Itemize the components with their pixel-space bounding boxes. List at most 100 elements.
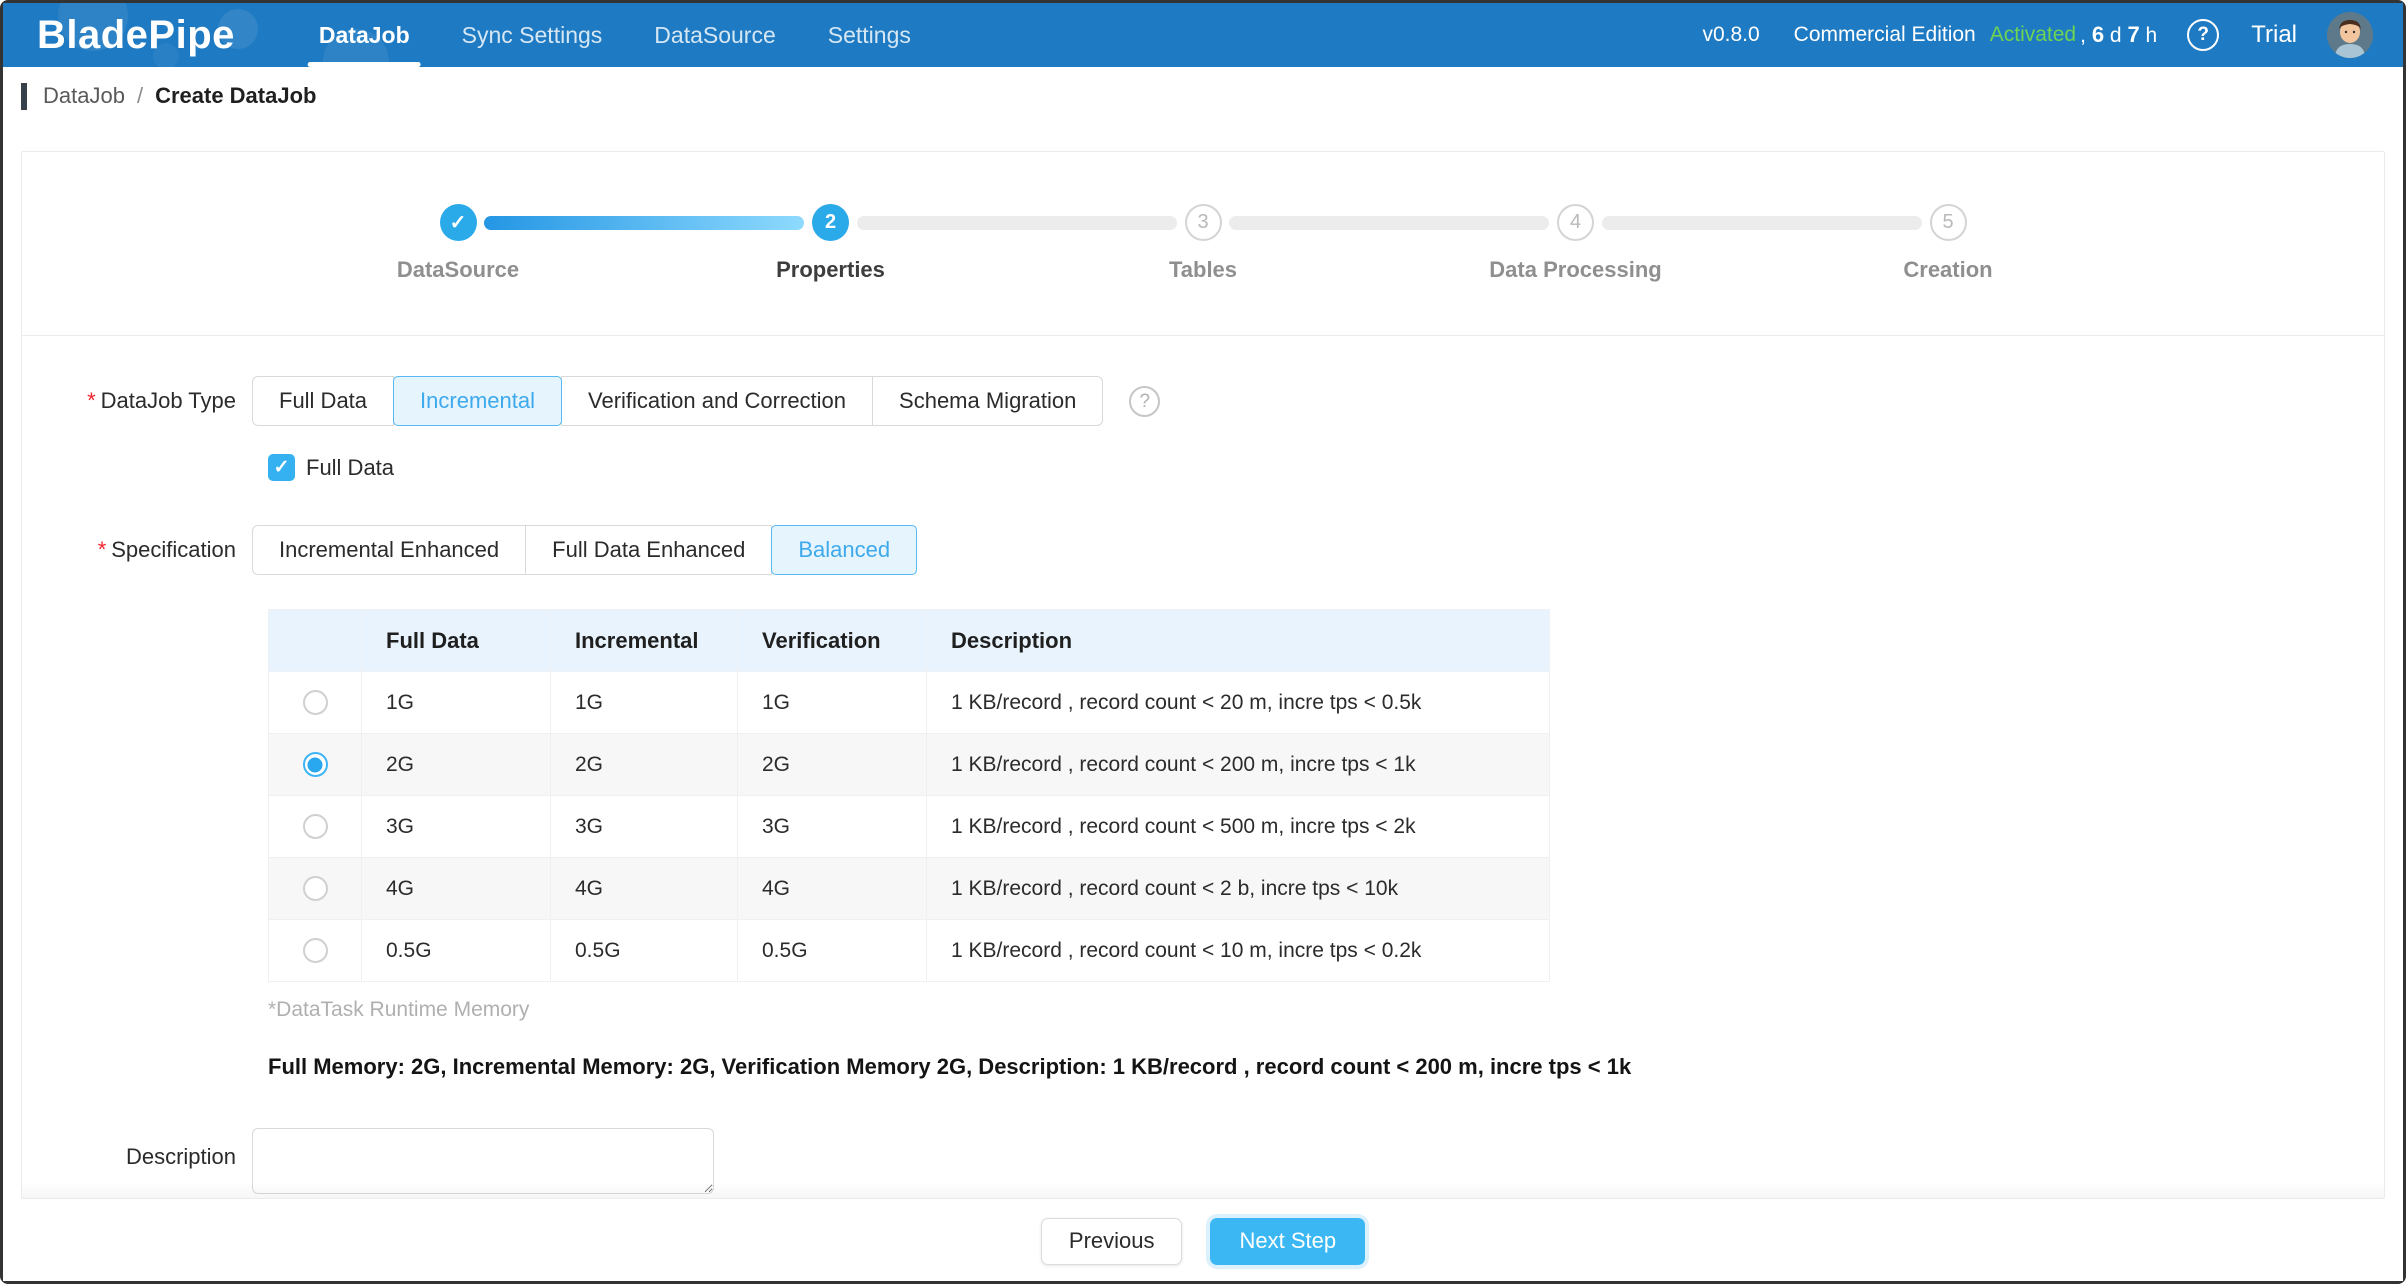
full-data-checkbox-label: Full Data [306, 455, 394, 481]
header-verification: Verification [738, 610, 927, 672]
cell-incremental: 3G [551, 796, 738, 858]
step-number: 2 [812, 204, 849, 241]
radio-3g[interactable] [303, 814, 328, 839]
table-row-1g[interactable]: 1G 1G 1G 1 KB/record , record count < 20… [269, 672, 1550, 734]
type-option-incremental[interactable]: Incremental [393, 376, 562, 426]
trial-link[interactable]: Trial [2251, 21, 2297, 49]
table-row-05g[interactable]: 0.5G 0.5G 0.5G 1 KB/record , record coun… [269, 920, 1550, 982]
cell-incremental: 0.5G [551, 920, 738, 982]
breadcrumb-accent-bar [21, 83, 27, 110]
step-label: Properties [776, 257, 885, 283]
cell-description: 1 KB/record , record count < 20 m, incre… [927, 672, 1550, 734]
required-asterisk: * [87, 388, 96, 413]
type-option-full-data[interactable]: Full Data [252, 376, 394, 426]
table-row-3g[interactable]: 3G 3G 3G 1 KB/record , record count < 50… [269, 796, 1550, 858]
table-header-row: Full Data Incremental Verification Descr… [269, 610, 1550, 672]
selected-spec-summary: Full Memory: 2G, Incremental Memory: 2G,… [268, 1054, 2384, 1080]
full-data-checkbox-row[interactable]: ✓ Full Data [268, 454, 2384, 481]
step-number: 4 [1557, 204, 1594, 241]
breadcrumb-separator: / [137, 83, 143, 109]
top-navbar: BladePipe DataJob Sync Settings DataSour… [3, 3, 2403, 67]
step-number: 3 [1185, 204, 1222, 241]
table-row-4g[interactable]: 4G 4G 4G 1 KB/record , record count < 2 … [269, 858, 1550, 920]
license-remaining: , 6 d 7 h [2080, 22, 2157, 48]
nav-item-settings[interactable]: Settings [802, 3, 937, 67]
question-icon[interactable]: ? [1129, 386, 1160, 417]
description-label: Description [22, 1128, 252, 1194]
cell-description: 1 KB/record , record count < 500 m, incr… [927, 796, 1550, 858]
wizard-stepper: ✓ DataSource 2 Properties 3 Tables 4 Dat… [22, 152, 2384, 336]
cell-verification: 0.5G [738, 920, 927, 982]
radio-05g[interactable] [303, 938, 328, 963]
step-creation: 5 Creation [1818, 204, 2078, 283]
version-label: v0.8.0 [1702, 23, 1759, 47]
datajob-type-group: Full Data Incremental Verification and C… [252, 376, 1103, 426]
cell-description: 1 KB/record , record count < 10 m, incre… [927, 920, 1550, 982]
cell-verification: 2G [738, 734, 927, 796]
cell-verification: 1G [738, 672, 927, 734]
cell-verification: 3G [738, 796, 927, 858]
check-icon: ✓ [440, 204, 477, 241]
header-incremental: Incremental [551, 610, 738, 672]
table-row-2g[interactable]: 2G 2G 2G 1 KB/record , record count < 20… [269, 734, 1550, 796]
cell-incremental: 2G [551, 734, 738, 796]
header-full-data: Full Data [362, 610, 551, 672]
cell-incremental: 4G [551, 858, 738, 920]
user-avatar[interactable] [2327, 12, 2373, 58]
next-step-button[interactable]: Next Step [1210, 1218, 1365, 1265]
header-description: Description [927, 610, 1550, 672]
description-input[interactable] [252, 1128, 714, 1194]
nav-item-sync-settings[interactable]: Sync Settings [436, 3, 629, 67]
spec-option-incremental-enhanced[interactable]: Incremental Enhanced [252, 525, 526, 575]
cell-full-data: 3G [362, 796, 551, 858]
create-datajob-card: ✓ DataSource 2 Properties 3 Tables 4 Dat… [21, 151, 2385, 1199]
edition-label: Commercial Edition [1794, 23, 1976, 47]
properties-form: *DataJob Type Full Data Incremental Veri… [22, 336, 2384, 1194]
specification-label: *Specification [22, 525, 252, 575]
step-data-processing: 4 Data Processing [1446, 204, 1706, 283]
step-datasource: ✓ DataSource [328, 204, 588, 283]
required-asterisk: * [98, 537, 107, 562]
spec-option-full-data-enhanced[interactable]: Full Data Enhanced [525, 525, 772, 575]
nav-item-datasource[interactable]: DataSource [628, 3, 801, 67]
step-properties: 2 Properties [701, 204, 961, 283]
specification-group: Incremental Enhanced Full Data Enhanced … [252, 525, 917, 575]
bladepipe-logo[interactable]: BladePipe [37, 13, 235, 58]
spec-option-balanced[interactable]: Balanced [771, 525, 917, 575]
help-icon[interactable]: ? [2187, 19, 2219, 51]
activated-status: Activated [1990, 23, 2076, 47]
header-radio-col [269, 610, 362, 672]
step-label: Data Processing [1489, 257, 1661, 283]
radio-2g-selected[interactable] [303, 752, 328, 777]
step-tables: 3 Tables [1073, 204, 1333, 283]
breadcrumb-parent[interactable]: DataJob [43, 83, 125, 109]
step-label: Tables [1169, 257, 1237, 283]
navbar-right: v0.8.0 Commercial Edition Activated , 6 … [1702, 12, 2373, 58]
full-data-checkbox[interactable]: ✓ [268, 454, 295, 481]
cell-verification: 4G [738, 858, 927, 920]
wizard-footer: Previous Next Step [3, 1199, 2403, 1281]
cell-description: 1 KB/record , record count < 200 m, incr… [927, 734, 1550, 796]
datajob-type-row: *DataJob Type Full Data Incremental Veri… [22, 376, 2384, 426]
datajob-type-label: *DataJob Type [22, 376, 252, 426]
specification-table: Full Data Incremental Verification Descr… [268, 609, 1550, 982]
type-option-verification[interactable]: Verification and Correction [561, 376, 873, 426]
cell-incremental: 1G [551, 672, 738, 734]
main-nav: DataJob Sync Settings DataSource Setting… [293, 3, 937, 67]
cell-full-data: 0.5G [362, 920, 551, 982]
nav-item-datajob[interactable]: DataJob [293, 3, 436, 67]
specification-row: *Specification Incremental Enhanced Full… [22, 525, 2384, 575]
cell-description: 1 KB/record , record count < 2 b, incre … [927, 858, 1550, 920]
radio-4g[interactable] [303, 876, 328, 901]
page-title: Create DataJob [155, 83, 316, 109]
radio-1g[interactable] [303, 690, 328, 715]
previous-button[interactable]: Previous [1041, 1218, 1183, 1265]
type-option-schema-migration[interactable]: Schema Migration [872, 376, 1103, 426]
cell-full-data: 1G [362, 672, 551, 734]
cell-full-data: 2G [362, 734, 551, 796]
description-row: Description [22, 1128, 2384, 1194]
step-label: DataSource [397, 257, 519, 283]
step-label: Creation [1903, 257, 1992, 283]
runtime-memory-note: *DataTask Runtime Memory [268, 998, 2384, 1022]
breadcrumb: DataJob / Create DataJob [3, 67, 2403, 125]
